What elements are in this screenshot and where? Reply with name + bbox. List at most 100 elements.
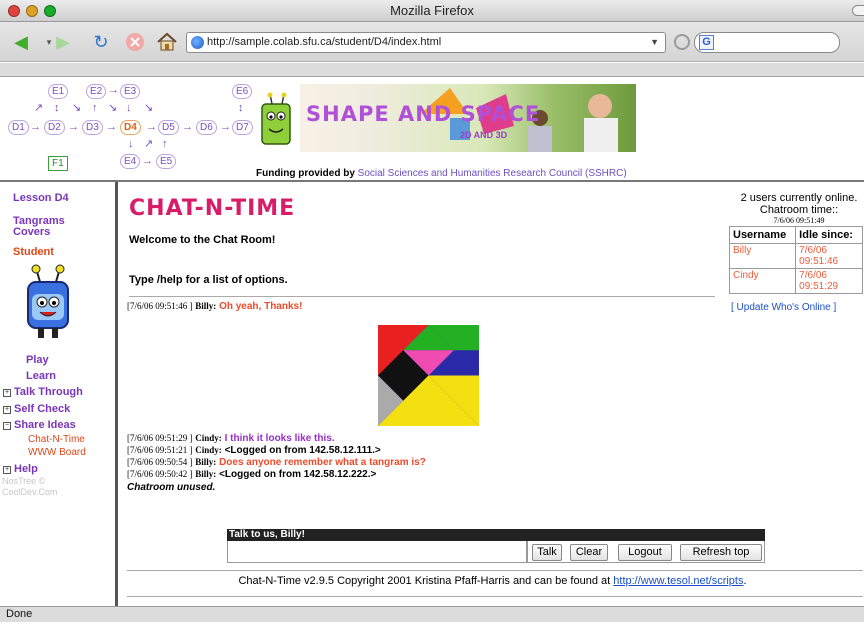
sidebar-item-self-check[interactable]: + Self Check (3, 403, 70, 415)
message-text: Oh yeah, Thanks! (219, 301, 303, 312)
nav-node-d6[interactable]: D6 (196, 120, 217, 135)
footer-text: Chat-N-Time v2.9.5 Copyright 2001 Kristi… (238, 575, 611, 587)
forward-arrow-icon[interactable]: ▶ (50, 29, 76, 55)
tesol-scripts-link[interactable]: http://www.tesol.net/scripts (613, 575, 743, 587)
sidebar-item-chat-n-time[interactable]: Chat-N-Time (28, 434, 85, 445)
sidebar-item-learn[interactable]: Learn (26, 370, 56, 382)
google-search-icon[interactable]: G (699, 35, 714, 50)
zoom-window-icon[interactable] (44, 5, 56, 17)
arrow-icon: ↓ (126, 102, 132, 114)
stop-icon[interactable] (122, 29, 148, 55)
expand-icon[interactable]: + (3, 389, 11, 397)
nav-node-e6[interactable]: E6 (232, 84, 253, 99)
status-bar: Done (0, 606, 864, 622)
arrow-icon: ↕ (238, 102, 244, 114)
column-header-username: Username (728, 226, 797, 244)
expand-icon[interactable]: + (3, 466, 11, 474)
sidebar-item-play[interactable]: Play (26, 354, 49, 366)
reload-icon[interactable]: ↻ (88, 29, 114, 55)
nav-node-d5[interactable]: D5 (158, 120, 179, 135)
go-icon[interactable] (674, 34, 690, 50)
sidebar-item-student[interactable]: Student (13, 246, 54, 258)
logout-button[interactable]: Logout (618, 544, 672, 561)
chatroom-time-value: 7/6/06 09:51:49 (773, 216, 825, 225)
chat-message: [7/6/06 09:51:21 ] Cindy: <Logged on fro… (127, 445, 381, 456)
footer-period: . (743, 575, 747, 587)
message-text: <Logged on from 142.58.12.111.> (224, 445, 381, 456)
users-table-header: Username Idle since: (728, 226, 863, 244)
arrow-icon: ↗ (144, 138, 154, 150)
close-window-icon[interactable] (8, 5, 20, 17)
copyright-footer: Chat-N-Time v2.9.5 Copyright 2001 Kristi… (121, 575, 864, 587)
refresh-top-button[interactable]: Refresh top (680, 544, 762, 561)
arrow-icon: ↓ (128, 138, 134, 150)
chat-button-group: Talk Clear Logout Refresh top (527, 541, 765, 563)
minimize-window-icon[interactable] (26, 5, 38, 17)
sidebar-item-share-ideas[interactable]: − Share Ideas (3, 419, 76, 431)
message-timestamp: [7/6/06 09:50:54 ] (127, 457, 193, 467)
message-timestamp: [7/6/06 09:51:46 ] (127, 301, 193, 311)
message-text: <Logged on from 142.58.12.222.> (219, 469, 377, 480)
back-arrow-icon[interactable]: ◀ (8, 29, 34, 55)
nav-node-e4[interactable]: E4 (120, 154, 141, 169)
banner-subtitle: 2D AND 3D (460, 130, 508, 140)
arrow-icon: ↑ (92, 102, 98, 114)
url-dropdown-icon[interactable]: ▼ (650, 33, 659, 52)
arrow-icon: ↘ (108, 102, 118, 114)
robot-mascot-icon (27, 264, 69, 338)
message-input[interactable] (227, 541, 527, 563)
self-check-label: Self Check (14, 403, 71, 415)
expand-icon[interactable]: + (3, 406, 11, 414)
divider (129, 296, 715, 297)
nav-node-d4[interactable]: D4 (120, 120, 141, 135)
idle-date: 7/6/06 (799, 245, 827, 256)
chatroom-status: Chatroom unused. (127, 482, 216, 493)
home-icon[interactable] (154, 29, 180, 55)
nav-node-d2[interactable]: D2 (44, 120, 65, 135)
chat-message: [7/6/06 09:50:54 ] Billy: Does anyone re… (127, 457, 426, 468)
user-name: Billy (728, 243, 797, 269)
talk-button[interactable]: Talk (532, 544, 562, 561)
nav-node-d3[interactable]: D3 (82, 120, 103, 135)
sidebar-item-lesson[interactable]: Lesson D4 (13, 192, 69, 204)
nav-node-e1[interactable]: E1 (48, 84, 69, 99)
arrow-icon: → (220, 121, 231, 133)
user-name: Cindy (728, 268, 797, 294)
divider (127, 596, 863, 597)
nav-node-e2[interactable]: E2 (86, 84, 107, 99)
clear-button[interactable]: Clear (570, 544, 608, 561)
arrow-icon: → (106, 121, 117, 133)
search-bar[interactable]: G (694, 32, 840, 53)
chat-message: [7/6/06 09:50:42 ] Billy: <Logged on fro… (127, 469, 376, 480)
url-bar[interactable]: http://sample.colab.sfu.ca/student/D4/in… (186, 32, 666, 53)
sshrc-link[interactable]: Social Sciences and Humanities Research … (358, 168, 627, 179)
table-row: Cindy 7/6/06 09:51:29 (728, 268, 863, 294)
arrow-icon: → (108, 84, 119, 96)
nav-node-e3[interactable]: E3 (120, 84, 141, 99)
idle-date: 7/6/06 (799, 270, 827, 281)
credit-line-2: CoolDev.Com (2, 487, 58, 497)
toolbar-toggle-icon[interactable] (852, 5, 864, 16)
arrow-icon: → (30, 121, 41, 133)
banner-title: SHAPE AND SPACE (306, 102, 541, 126)
message-user: Cindy: (195, 433, 222, 443)
sidebar-item-www-board[interactable]: WWW Board (28, 447, 86, 458)
help-tip-text: Type /help for a list of options. (129, 274, 288, 286)
nav-node-f1[interactable]: F1 (48, 156, 68, 171)
nav-node-d7[interactable]: D7 (232, 120, 253, 135)
talk-through-label: Talk Through (14, 386, 83, 398)
update-whos-online-link[interactable]: [ Update Who's Online ] (731, 302, 836, 313)
nav-node-d1[interactable]: D1 (8, 120, 29, 135)
idle-time: 09:51:46 (799, 256, 839, 267)
lesson-navigation-map: E1 E2 → E3 E6 ↗ ↕ ↘ ↑ ↘ ↓ ↘ ↕ D1 → D2 → … (0, 78, 260, 182)
nav-node-e5[interactable]: E5 (156, 154, 177, 169)
sidebar-item-covers[interactable]: Covers (13, 226, 50, 238)
shape-and-space-banner: SHAPE AND SPACE 2D AND 3D (300, 84, 636, 152)
mascot-icon (261, 92, 291, 145)
collapse-icon[interactable]: − (3, 422, 11, 430)
sidebar-item-talk-through[interactable]: + Talk Through (3, 386, 83, 398)
message-text: Does anyone remember what a tangram is? (219, 457, 426, 468)
table-row: Billy 7/6/06 09:51:46 (728, 243, 863, 269)
site-identity-icon (191, 36, 204, 49)
sidebar-item-help[interactable]: + Help (3, 463, 38, 475)
